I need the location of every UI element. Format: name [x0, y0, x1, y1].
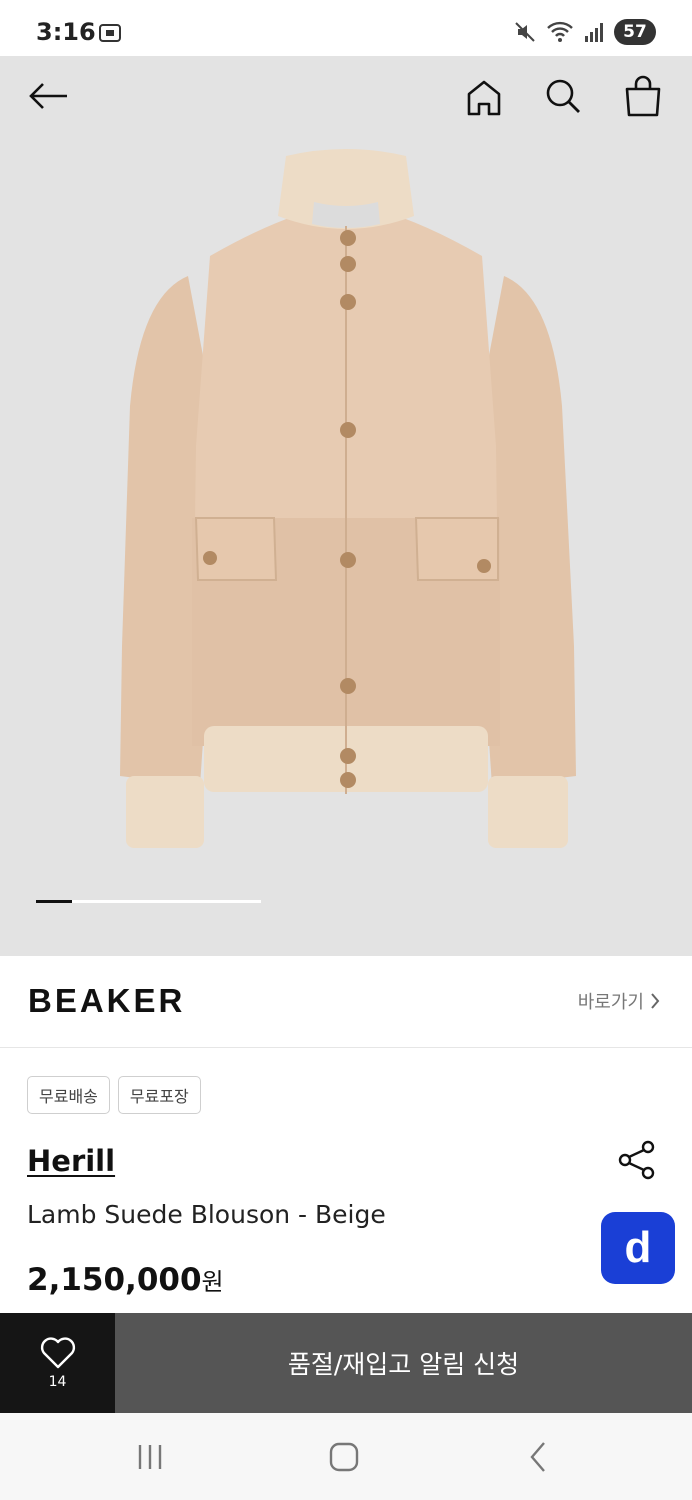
recent-apps-icon[interactable]	[130, 1437, 170, 1477]
status-time: 3:16	[36, 18, 96, 46]
product-name: Lamb Suede Blouson - Beige	[27, 1200, 386, 1229]
product-price: 2,150,000원	[27, 1262, 224, 1298]
wifi-icon	[547, 21, 573, 42]
wishlist-count: 14	[48, 1374, 67, 1390]
back-nav-icon[interactable]	[518, 1437, 558, 1477]
price-unit: 원	[201, 1268, 224, 1296]
d-app-floating-button[interactable]: d	[601, 1212, 675, 1284]
wishlist-button[interactable]: 14	[0, 1313, 115, 1413]
tag-free-wrapping: 무료포장	[117, 1076, 201, 1114]
product-tags: 무료배송 무료포장	[27, 1076, 201, 1114]
price-value: 2,150,000	[27, 1262, 202, 1298]
product-brand-link[interactable]: Herill	[27, 1144, 115, 1178]
chevron-right-icon	[651, 993, 660, 1009]
home-nav-icon[interactable]	[324, 1437, 364, 1477]
home-icon[interactable]	[460, 74, 508, 122]
product-image	[120, 149, 576, 848]
brand-shortcut-link[interactable]: 바로가기	[578, 988, 660, 1014]
heart-icon	[40, 1337, 75, 1369]
signal-icon	[585, 23, 603, 42]
brand-bar[interactable]: BEAKER 바로가기	[0, 956, 692, 1048]
status-bar: 3:16 57	[0, 0, 692, 56]
screenshot-icon	[99, 24, 121, 42]
bottom-action-bar: 14 품절/재입고 알림 신청	[0, 1313, 692, 1413]
restock-alert-button[interactable]: 품절/재입고 알림 신청	[115, 1313, 692, 1413]
shopping-bag-icon[interactable]	[619, 72, 667, 120]
share-icon[interactable]	[616, 1140, 658, 1180]
gallery-indicator	[36, 900, 261, 903]
product-gallery[interactable]	[0, 56, 692, 956]
system-nav-bar	[0, 1413, 692, 1500]
battery-icon: 57	[614, 19, 656, 45]
arrow-left-icon[interactable]	[24, 72, 72, 120]
tag-free-shipping: 무료배송	[27, 1076, 110, 1114]
brand-shortcut-label: 바로가기	[577, 992, 644, 1013]
search-icon[interactable]	[539, 72, 587, 120]
brand-logo: BEAKER	[28, 982, 186, 1019]
mute-icon	[515, 22, 535, 42]
gallery-indicator-fill	[36, 900, 72, 903]
